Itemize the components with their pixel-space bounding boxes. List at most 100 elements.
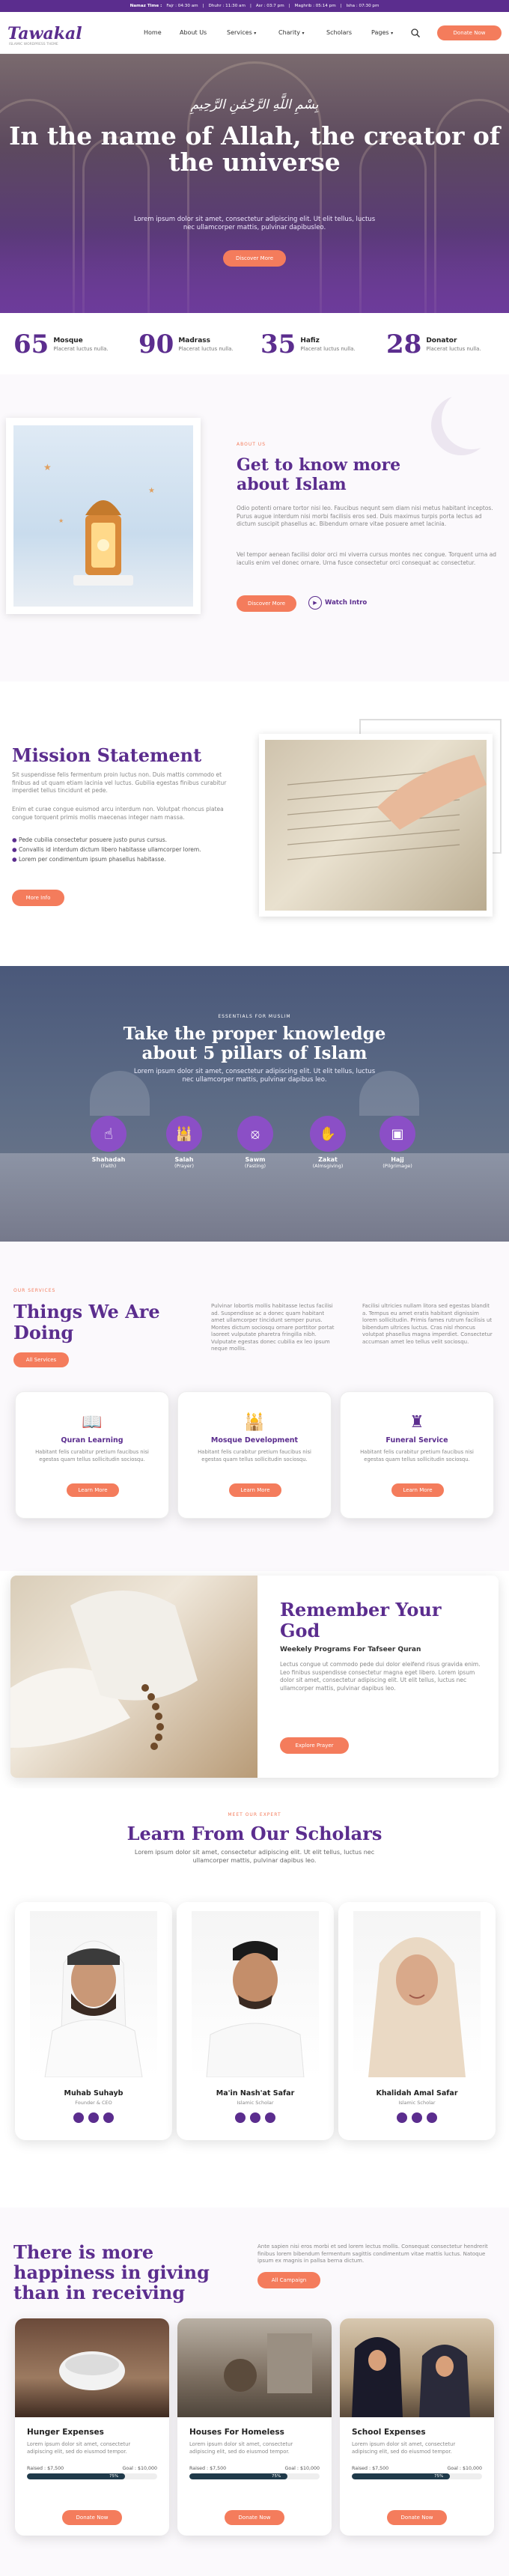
facebook-icon[interactable] <box>73 2112 84 2123</box>
service-card-quran[interactable]: 📖 Quran Learning Habitant felis curabitu… <box>15 1391 169 1519</box>
nav-pages[interactable]: Pages ▾ <box>371 29 393 36</box>
prayer-time: Isha : 07:30 pm <box>346 4 380 8</box>
about-discover-button[interactable]: Discover More <box>237 595 296 612</box>
stat-desc: Placerat luctus nulla. <box>178 346 234 352</box>
stat-label: Mosque <box>53 337 83 344</box>
twitter-icon[interactable] <box>412 2112 422 2123</box>
services-paragraph-1: Pulvinar lobortis mollis habitasse lectu… <box>211 1303 335 1352</box>
stat-number: 35 <box>260 329 296 359</box>
progress-bar: 75% <box>352 2473 482 2479</box>
twitter-icon[interactable] <box>250 2112 260 2123</box>
stat-label: Hafiz <box>300 337 320 344</box>
hero-banner: بِسْمِ اللَّهِ الرَّحْمَٰنِ الرَّحِيمِ I… <box>0 54 509 313</box>
check-circle-icon: ● <box>12 856 17 863</box>
learn-more-button[interactable]: Learn More <box>229 1483 281 1497</box>
donate-now-button[interactable]: Donate Now <box>225 2510 284 2525</box>
scholar-role: Islamic Scholar <box>237 2100 274 2106</box>
hero-subtitle: Lorem ipsum dolor sit amet, consectetur … <box>133 216 376 231</box>
cause-card[interactable]: Houses For Homeless Lorem ipsum dolor si… <box>177 2318 332 2536</box>
twitter-icon[interactable] <box>88 2112 99 2123</box>
all-campaign-button[interactable]: All Campaign <box>257 2272 320 2288</box>
quran-book-icon: 📖 <box>82 1413 103 1432</box>
cause-image <box>15 2318 169 2417</box>
donate-now-button[interactable]: Donate Now <box>62 2510 122 2525</box>
list-item: ● Lorem per condimentum ipsum phasellus … <box>12 856 166 863</box>
list-item: ● Convallis id interdum dictum libero ha… <box>12 846 201 853</box>
about-tag: ABOUT US <box>237 442 266 447</box>
scholars-subtitle: Lorem ipsum dolor sit amet, consectetur … <box>134 1849 375 1864</box>
nav-services[interactable]: Services ▾ <box>227 29 256 36</box>
stat-desc: Placerat luctus nulla. <box>426 346 481 352</box>
mosque-icon: 🕌 <box>244 1413 265 1432</box>
pillar-salah: 🕌 Salah (Prayer) <box>165 1116 203 1169</box>
social-icons <box>15 2112 172 2126</box>
explore-prayer-button[interactable]: Explore Prayer <box>280 1737 349 1754</box>
remember-card: Remember Your God Weekely Programs For T… <box>10 1576 499 1778</box>
charity-title: There is more happiness in giving than i… <box>13 2241 210 2303</box>
stat-hafiz: 35 Hafiz Placerat luctus nulla. <box>260 329 356 359</box>
services-section: OUR SERVICES Things We Are Doing All Ser… <box>0 1242 509 1571</box>
service-card-funeral[interactable]: ♜ Funeral Service Habitant felis curabit… <box>340 1391 494 1519</box>
pillars-subtitle: Lorem ipsum dolor sit amet, consectetur … <box>133 1068 376 1084</box>
service-card-mosque[interactable]: 🕌 Mosque Development Habitant felis cura… <box>177 1391 332 1519</box>
check-circle-icon: ● <box>12 846 17 853</box>
mission-paragraph-2: Enim et curae congue euismod arcu interd… <box>12 806 224 821</box>
discover-more-button[interactable]: Discover More <box>223 250 286 267</box>
learn-more-button[interactable]: Learn More <box>391 1483 444 1497</box>
scholar-name: Khalidah Amal Safar <box>376 2089 458 2097</box>
scholar-card[interactable]: Muhab Suhayb Founder & CEO <box>15 1902 172 2140</box>
scholar-card[interactable]: Ma'in Nash'at Safar Islamic Scholar <box>177 1902 334 2140</box>
prayer-time: Maghrib : 05:14 pm <box>294 4 336 8</box>
stat-number: 65 <box>13 329 49 359</box>
svg-text:★: ★ <box>58 517 64 524</box>
instagram-icon[interactable] <box>103 2112 114 2123</box>
watch-intro-link[interactable]: ▶ Watch Intro <box>308 596 367 610</box>
donate-now-button[interactable]: Donate Now <box>387 2510 447 2525</box>
play-icon: ▶ <box>308 596 322 610</box>
svg-text:★: ★ <box>43 462 52 473</box>
giving-hand-icon: ✋ <box>310 1116 346 1152</box>
about-title: Get to know more about Islam <box>237 455 401 494</box>
minaret-icon: ♜ <box>409 1413 424 1432</box>
cause-card[interactable]: Hunger Expenses Lorem ipsum dolor sit am… <box>15 2318 169 2536</box>
instagram-icon[interactable] <box>427 2112 437 2123</box>
social-icons <box>177 2112 334 2126</box>
services-paragraph-2: Facilisi ultricies nullam litora sed ege… <box>362 1303 493 1345</box>
nav-charity[interactable]: Charity ▾ <box>278 29 305 36</box>
pillars-title: Take the proper knowledge about 5 pillar… <box>123 1024 386 1063</box>
site-logo-tagline: ISLAMIC WORDPRESS THEME <box>9 43 58 46</box>
instagram-icon[interactable] <box>265 2112 275 2123</box>
donate-now-button[interactable]: Donate Now <box>437 25 502 40</box>
facebook-icon[interactable] <box>397 2112 407 2123</box>
remember-title: Remember Your God <box>280 1599 442 1641</box>
site-logo[interactable]: Tawakal <box>7 24 82 43</box>
nav-about[interactable]: About Us <box>180 29 207 36</box>
stat-madrass: 90 Madrass Placerat luctus nulla. <box>138 329 234 359</box>
cause-card[interactable]: School Expenses Lorem ipsum dolor sit am… <box>340 2318 494 2536</box>
scholar-role: Islamic Scholar <box>398 2100 436 2106</box>
list-item: ● Pede cubilia consectetur posuere justo… <box>12 836 168 843</box>
learn-more-button[interactable]: Learn More <box>67 1483 119 1497</box>
stat-label: Donator <box>426 337 457 344</box>
stat-number: 90 <box>138 329 174 359</box>
facebook-icon[interactable] <box>235 2112 246 2123</box>
services-title: Things We Are Doing <box>13 1301 160 1343</box>
nav-scholars[interactable]: Scholars <box>326 29 352 36</box>
services-tag: OUR SERVICES <box>13 1288 56 1293</box>
more-info-button[interactable]: More Info <box>12 890 64 906</box>
pillar-zakat: ✋ Zakat (Almsgiving) <box>309 1116 347 1169</box>
scholar-role: Founder & CEO <box>75 2100 112 2106</box>
nav-home[interactable]: Home <box>144 29 162 36</box>
social-icons <box>338 2112 496 2126</box>
stat-number: 28 <box>386 329 422 359</box>
progress-bar: 75% <box>27 2473 157 2479</box>
scholar-card[interactable]: Khalidah Amal Safar Islamic Scholar <box>338 1902 496 2140</box>
mission-paragraph-1: Sit suspendisse felis fermentum proin lu… <box>12 771 227 794</box>
about-paragraph-1: Odio potenti ornare tortor nisi leo. Fau… <box>237 505 493 527</box>
search-icon[interactable] <box>410 27 421 37</box>
pillar-shahadah: ☝ Shahadah (Faith) <box>90 1116 127 1169</box>
all-services-button[interactable]: All Services <box>13 1352 69 1367</box>
raised-finger-icon: ☝ <box>91 1116 127 1152</box>
stat-donator: 28 Donator Placerat luctus nulla. <box>386 329 481 359</box>
remember-text: Lectus congue ut commodo pede dui dolor … <box>280 1661 481 1692</box>
